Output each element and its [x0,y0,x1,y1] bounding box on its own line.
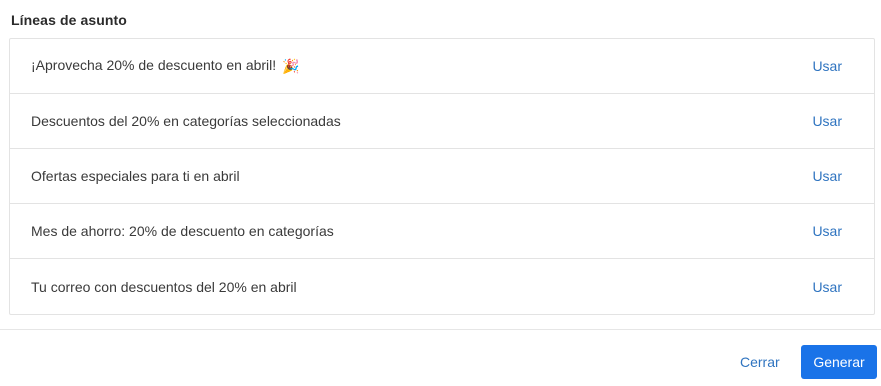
list-item: ¡Aprovecha 20% de descuento en abril! 🎉 U… [10,39,874,94]
subject-line-text: Tu correo con descuentos del 20% en abri… [31,278,297,295]
list-item: Descuentos del 20% en categorías selecci… [10,94,874,149]
footer-divider [0,329,881,330]
list-item: Ofertas especiales para ti en abril Usar [10,149,874,204]
subject-lines-list: ¡Aprovecha 20% de descuento en abril! 🎉 U… [9,38,875,315]
subject-line-text: Descuentos del 20% en categorías selecci… [31,113,341,129]
use-button[interactable]: Usar [812,58,842,74]
use-button[interactable]: Usar [812,113,842,129]
subject-lines-panel: Líneas de asunto ¡Aprovecha 20% de descu… [0,0,881,386]
close-button[interactable]: Cerrar [729,345,791,379]
party-popper-icon: 🎉 [282,58,300,74]
use-button[interactable]: Usar [812,279,842,295]
panel-title: Líneas de asunto [11,12,127,28]
use-button[interactable]: Usar [812,223,842,239]
list-item: Mes de ahorro: 20% de descuento en categ… [10,204,874,259]
list-item: Tu correo con descuentos del 20% en abri… [10,259,874,314]
generate-button[interactable]: Generar [801,345,877,379]
subject-line-text: Ofertas especiales para ti en abril [31,168,240,184]
subject-line-text: ¡Aprovecha 20% de descuento en abril! 🎉 [31,57,300,74]
use-button[interactable]: Usar [812,168,842,184]
subject-line-text: Mes de ahorro: 20% de descuento en categ… [31,223,334,239]
